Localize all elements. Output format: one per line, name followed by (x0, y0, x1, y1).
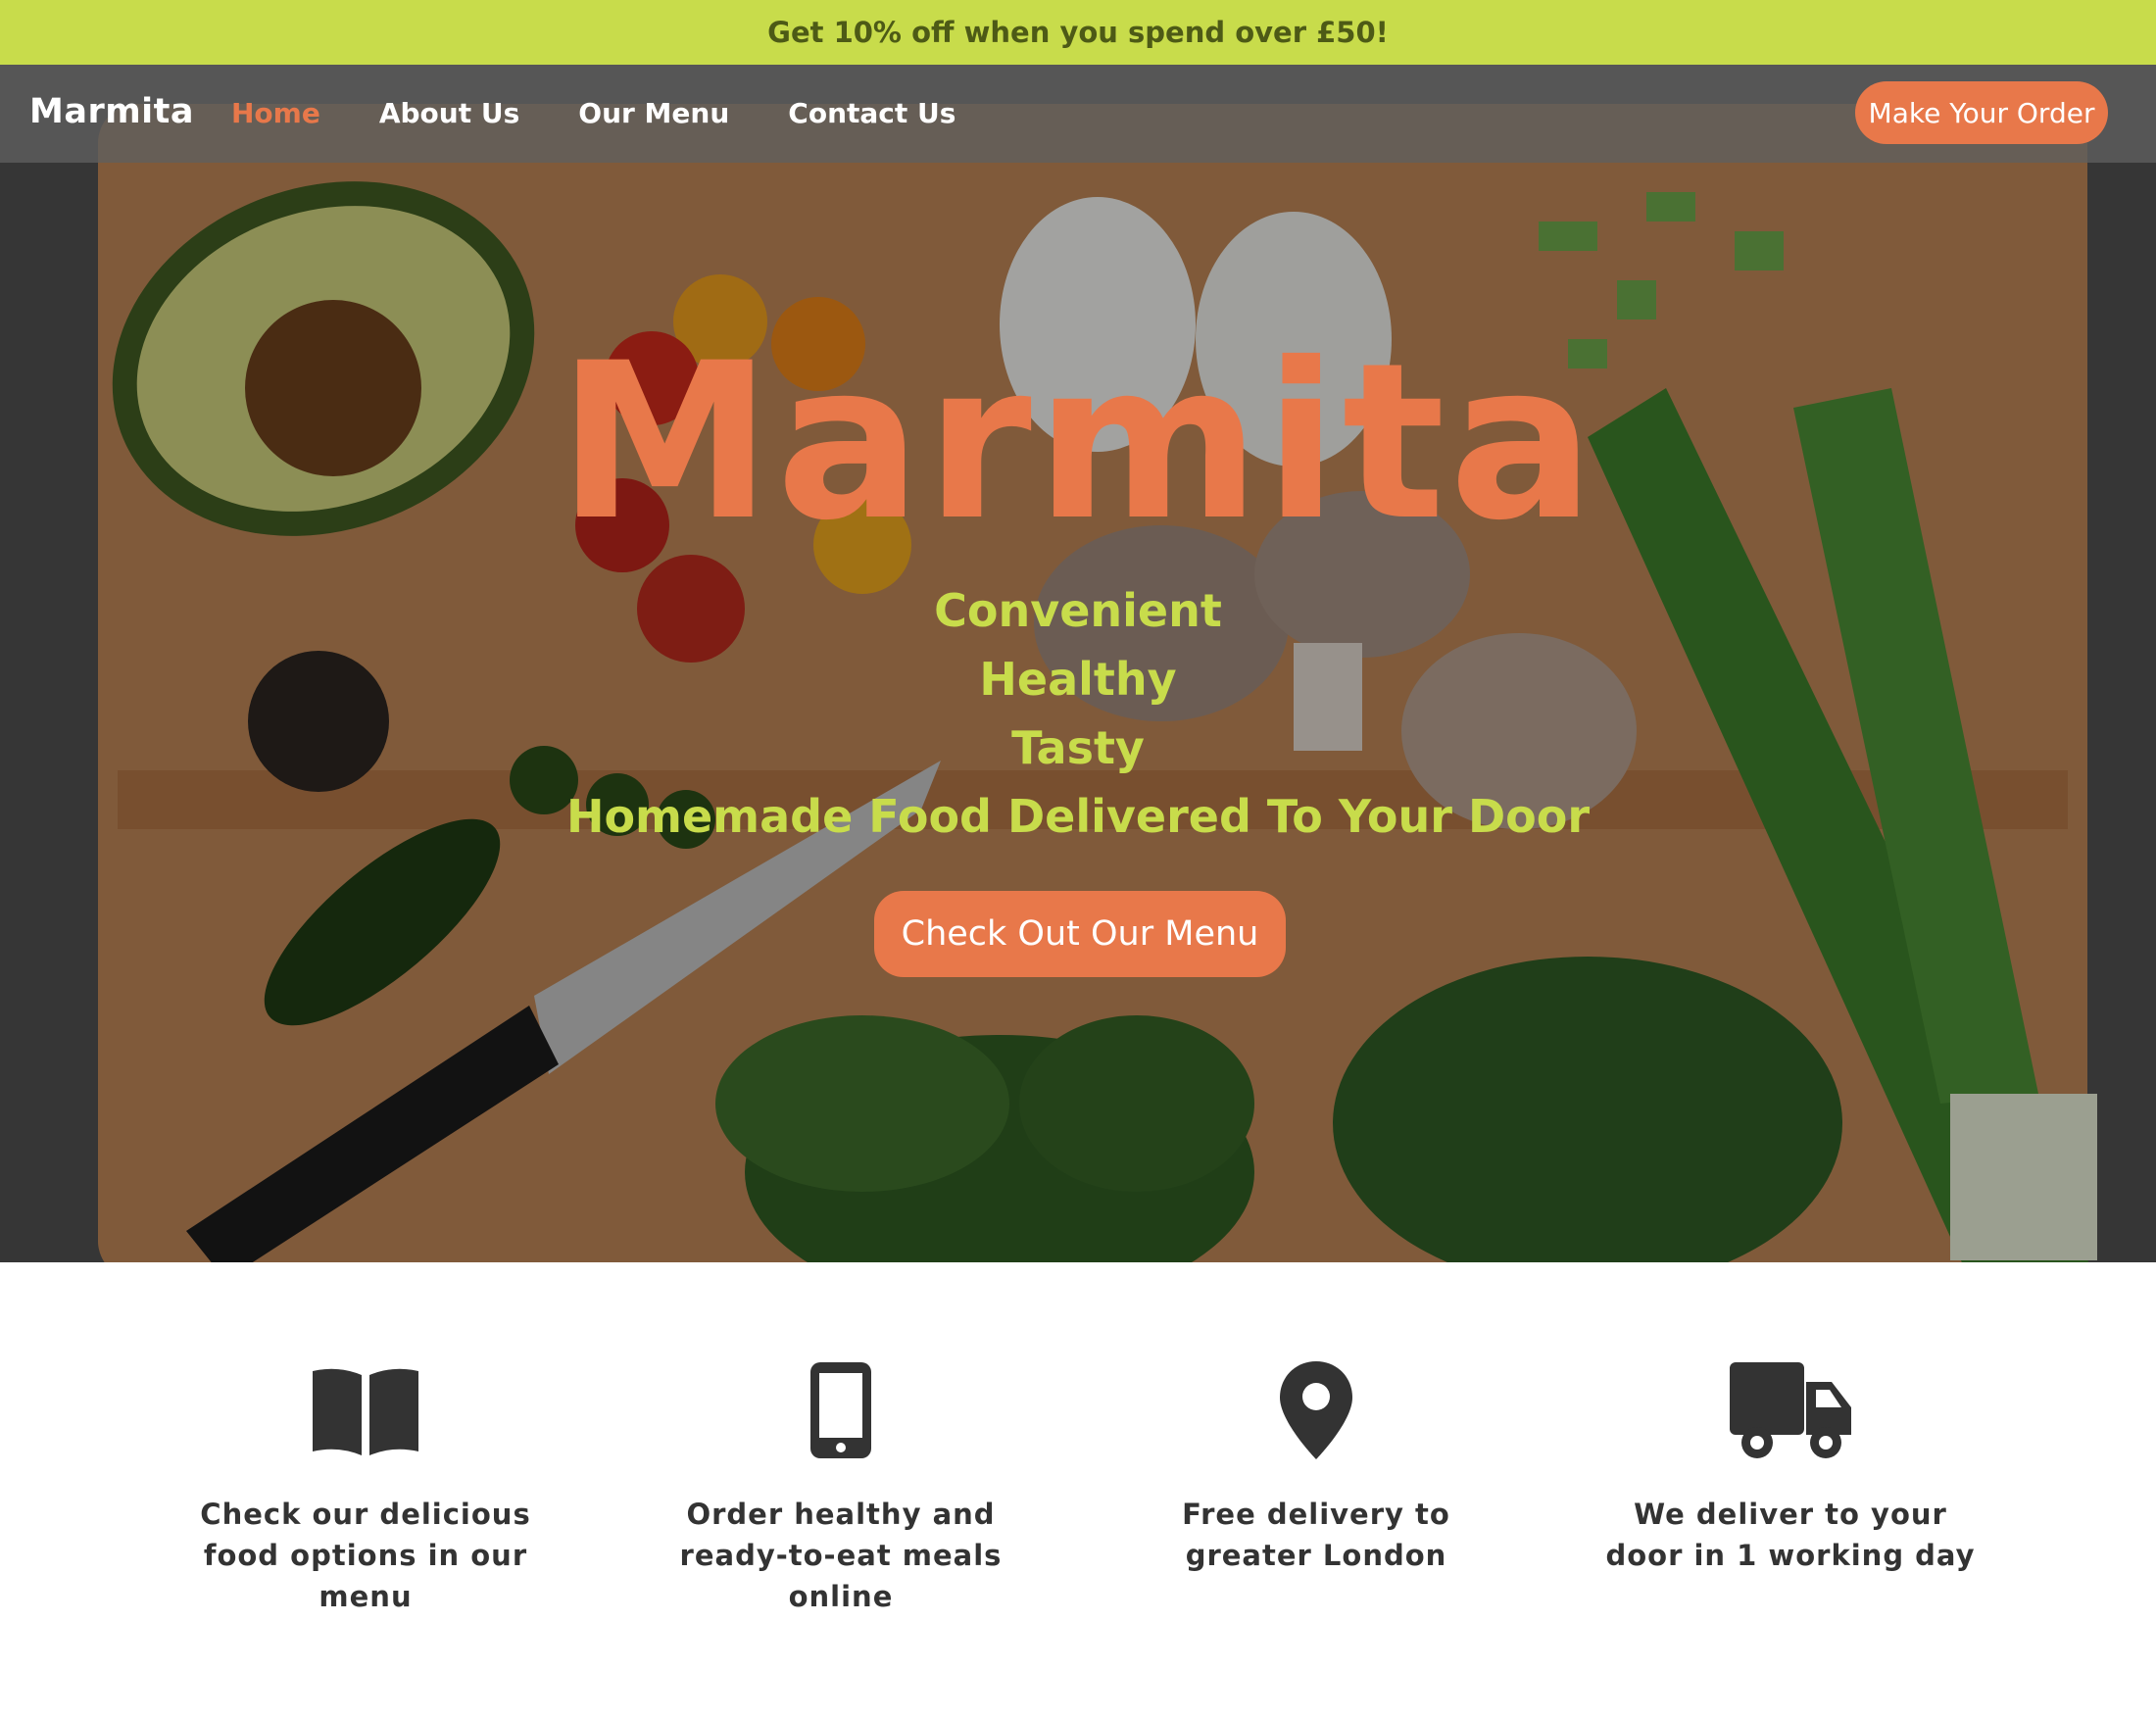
brand-logo[interactable]: Marmita (29, 92, 194, 131)
top-navbar: Marmita Home About Us Our Menu Contact U… (0, 65, 2156, 163)
promo-banner: Get 10% off when you spend over £50! (0, 0, 2156, 65)
feature-order-online: Order healthy and ready-to-eat meals onl… (645, 1356, 1037, 1617)
make-your-order-button[interactable]: Make Your Order (1855, 81, 2108, 144)
feature-menu: Check our delicious food options in our … (170, 1356, 562, 1617)
delivery-truck-icon (1727, 1356, 1854, 1464)
nav-link-contact-us[interactable]: Contact Us (788, 97, 956, 129)
mobile-phone-icon (777, 1356, 905, 1464)
feature-free-delivery: Free delivery to greater London (1120, 1356, 1512, 1576)
book-open-icon (302, 1356, 429, 1464)
feature-free-delivery-text: Free delivery to greater London (1182, 1498, 1450, 1572)
nav-link-home[interactable]: Home (231, 97, 320, 129)
hero-title: Marmita (557, 317, 1599, 567)
hero-tagline-delivery: Homemade Food Delivered To Your Door (565, 790, 1591, 843)
nav-link-our-menu[interactable]: Our Menu (578, 97, 729, 129)
check-out-menu-button[interactable]: Check Out Our Menu (874, 891, 1286, 977)
feature-menu-text: Check our delicious food options in our … (200, 1498, 531, 1613)
hero-tagline-healthy: Healthy (979, 653, 1177, 706)
hero-section: Marmita Home About Us Our Menu Contact U… (0, 65, 2156, 1262)
hero-tagline-tasty: Tasty (1011, 721, 1145, 774)
feature-fast-delivery: We deliver to your door in 1 working day (1594, 1356, 1986, 1576)
promo-text: Get 10% off when you spend over £50! (767, 16, 1389, 49)
feature-order-online-text: Order healthy and ready-to-eat meals onl… (679, 1498, 1003, 1613)
map-pin-icon (1252, 1356, 1380, 1464)
feature-fast-delivery-text: We deliver to your door in 1 working day (1605, 1498, 1976, 1572)
nav-links: Home About Us Our Menu Contact Us (231, 97, 1014, 129)
hero-tagline-convenient: Convenient (934, 584, 1222, 637)
nav-link-about-us[interactable]: About Us (379, 97, 519, 129)
features-section: Check our delicious food options in our … (0, 1262, 2156, 1721)
